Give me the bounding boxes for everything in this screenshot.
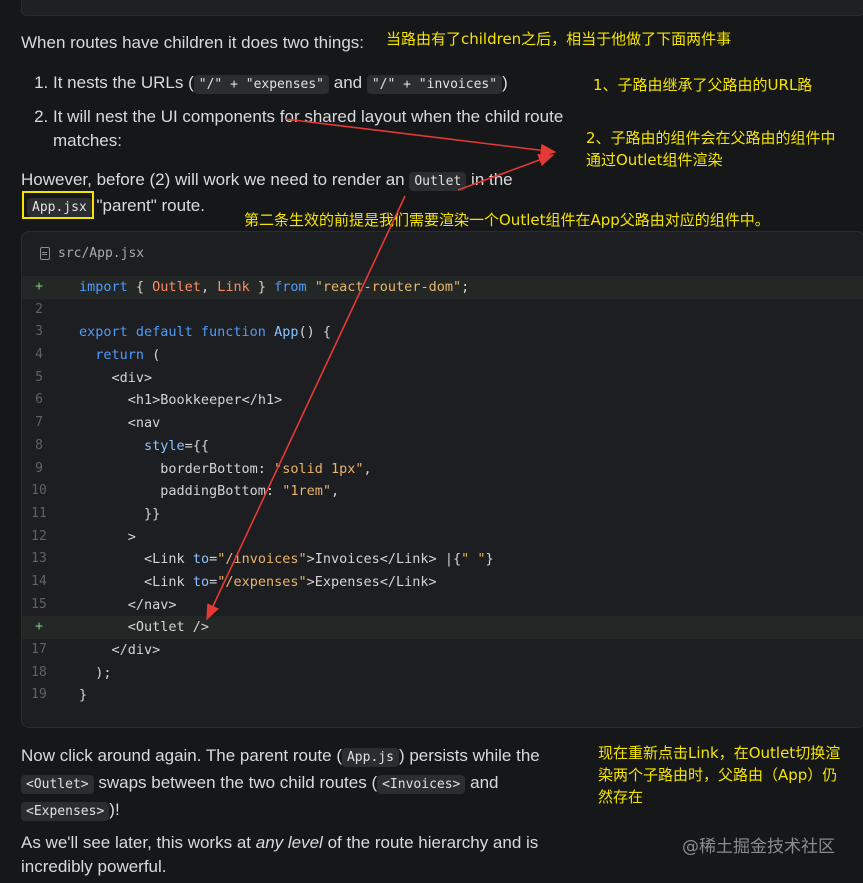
code-line: 12 > bbox=[31, 528, 136, 545]
code-line: 15 </nav> bbox=[31, 596, 177, 613]
highlight-box bbox=[22, 191, 94, 219]
inline-code: "/" + "expenses" bbox=[193, 75, 330, 94]
inline-code: <Outlet> bbox=[21, 775, 94, 794]
code-line: 17 </div> bbox=[31, 642, 161, 658]
code-line: 19} bbox=[31, 687, 88, 704]
code-block: src/App.jsx + import { Outlet, Link } fro… bbox=[21, 231, 863, 728]
code-line: 18 ); bbox=[31, 664, 112, 681]
code-line: 11 }} bbox=[31, 505, 161, 522]
annotation-four: 现在重新点击Link，在Outlet切换渲 染两个子路由时，父路由（App）仍 … bbox=[598, 744, 841, 806]
code-line: 3 export default function App() { bbox=[35, 324, 331, 341]
annotation-three: 第二条生效的前提是我们需要渲染一个Outlet组件在App父路由对应的组件中。 bbox=[244, 211, 770, 229]
code-line: + import { Outlet, Link } from "react-rou… bbox=[22, 276, 863, 299]
code-line: 9 borderBottom: "solid 1px", bbox=[35, 460, 372, 477]
code-line: 4 return ( bbox=[35, 347, 161, 364]
later-paragraph: As we'll see later, this works at any le… bbox=[21, 833, 539, 876]
code-line: 10 paddingBottom: "1rem", bbox=[31, 483, 340, 500]
code-line: 14 <Link to="/expenses">Expenses</Link> bbox=[31, 573, 437, 590]
code-filename: src/App.jsx bbox=[40, 246, 144, 261]
previous-code-block bbox=[21, 0, 863, 16]
inline-code: <Expenses> bbox=[21, 802, 110, 821]
inline-code: <Invoices> bbox=[377, 775, 466, 794]
intro-text: When routes have children it does two th… bbox=[21, 33, 365, 52]
code-line: 2 bbox=[35, 301, 43, 317]
code-line: 13 <Link to="/invoices">Invoices</Link> … bbox=[31, 551, 494, 568]
file-icon bbox=[40, 247, 50, 260]
now-click-paragraph: Now click around again. The parent route… bbox=[21, 746, 540, 821]
code-lines: + import { Outlet, Link } from "react-rou… bbox=[22, 276, 863, 707]
code-line: 7 <nav bbox=[35, 415, 161, 432]
code-line: + <Outlet /> bbox=[22, 616, 863, 639]
annotation-one: 1、子路由继承了父路由的URL路 bbox=[593, 76, 813, 94]
list-item: It will nest the UI components for share… bbox=[53, 105, 613, 153]
inline-code: "/" + "invoices" bbox=[366, 75, 503, 94]
code-line: 6 <h1>Bookkeeper</h1> bbox=[35, 392, 283, 409]
inline-code: Outlet bbox=[409, 172, 467, 191]
annotation-intro: 当路由有了children之后，相当于他做了下面两件事 bbox=[386, 30, 732, 48]
numbered-list: It nests the URLs ("/" + "expenses" and … bbox=[25, 71, 613, 161]
watermark: @稀土掘金技术社区 bbox=[682, 837, 835, 857]
list-item: It nests the URLs ("/" + "expenses" and … bbox=[53, 71, 613, 97]
code-line: 5 <div> bbox=[35, 369, 153, 386]
inline-code: App.js bbox=[341, 748, 399, 767]
code-line: 8 style={{ bbox=[35, 437, 210, 454]
annotation-two: 2、子路由的组件会在父路由的组件中 通过Outlet组件渲染 bbox=[586, 129, 836, 169]
